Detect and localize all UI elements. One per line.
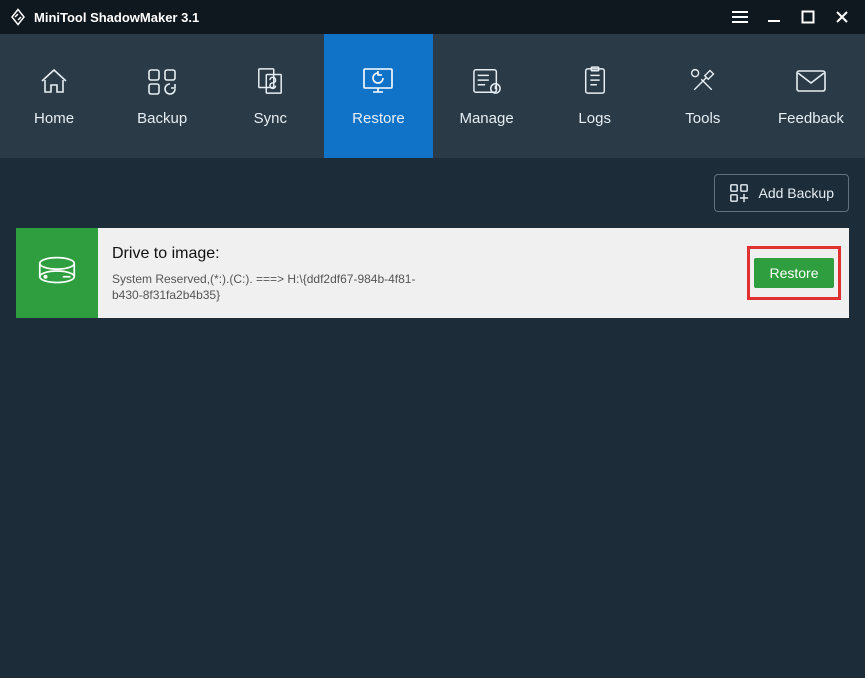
nav-label: Manage — [459, 110, 513, 127]
nav-tools[interactable]: Tools — [649, 34, 757, 158]
add-backup-icon — [729, 183, 749, 203]
nav-label: Logs — [578, 110, 611, 127]
app-window: MiniTool ShadowMaker 3.1 Home — [0, 0, 865, 678]
menu-button[interactable] — [723, 0, 757, 34]
nav-feedback[interactable]: Feedback — [757, 34, 865, 158]
nav-label: Sync — [254, 110, 287, 127]
sync-icon — [252, 66, 288, 96]
nav-label: Backup — [137, 110, 187, 127]
content-toolbar: Add Backup — [16, 174, 849, 212]
close-button[interactable] — [825, 0, 859, 34]
nav-logs[interactable]: Logs — [541, 34, 649, 158]
add-backup-label: Add Backup — [759, 185, 835, 201]
backup-card: Drive to image: System Reserved,(*:).(C:… — [16, 228, 849, 318]
card-body: Drive to image: System Reserved,(*:).(C:… — [98, 228, 739, 318]
nav-backup[interactable]: Backup — [108, 34, 216, 158]
backup-icon — [144, 66, 180, 96]
nav-manage[interactable]: Manage — [433, 34, 541, 158]
nav-label: Restore — [352, 110, 405, 127]
nav-sync[interactable]: Sync — [216, 34, 324, 158]
titlebar: MiniTool ShadowMaker 3.1 — [0, 0, 865, 34]
nav-label: Tools — [685, 110, 720, 127]
card-icon-panel — [16, 228, 98, 318]
maximize-button[interactable] — [791, 0, 825, 34]
restore-icon — [360, 66, 396, 96]
main-nav: Home Backup Sync — [0, 34, 865, 158]
feedback-icon — [793, 66, 829, 96]
card-actions: Restore — [739, 228, 849, 318]
nav-label: Home — [34, 110, 74, 127]
add-backup-button[interactable]: Add Backup — [714, 174, 850, 212]
nav-label: Feedback — [778, 110, 844, 127]
manage-icon — [469, 66, 505, 96]
drive-icon — [34, 253, 80, 294]
card-description: System Reserved,(*:).(C:). ===> H:\{ddf2… — [112, 271, 432, 303]
nav-restore[interactable]: Restore — [324, 34, 432, 158]
logs-icon — [577, 66, 613, 96]
restore-button[interactable]: Restore — [754, 258, 833, 288]
nav-home[interactable]: Home — [0, 34, 108, 158]
minimize-button[interactable] — [757, 0, 791, 34]
home-icon — [36, 66, 72, 96]
app-title: MiniTool ShadowMaker 3.1 — [34, 10, 199, 25]
app-logo-icon — [8, 7, 28, 27]
content-area: Add Backup Drive to image: System Reserv — [0, 158, 865, 678]
card-title: Drive to image: — [112, 245, 725, 263]
tools-icon — [685, 66, 721, 96]
